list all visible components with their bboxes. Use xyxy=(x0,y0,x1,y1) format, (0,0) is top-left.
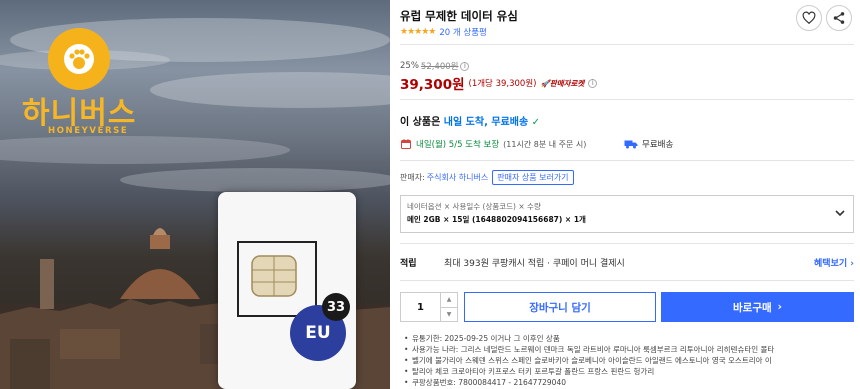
free-shipping-label: 무료배송 xyxy=(642,140,674,150)
divider xyxy=(400,44,854,45)
price-row: 39,300원 (1개당 39,300원) 🚀판매자로켓 i xyxy=(400,73,598,93)
info-icon[interactable]: i xyxy=(588,78,598,88)
unit-price: (1개당 39,300원) xyxy=(468,79,537,89)
seller-label: 판매자: xyxy=(400,173,425,182)
reward-label: 적립 xyxy=(400,259,417,269)
list-item: 유통기한: 2025-09-25 이거나 그 이후인 상품 xyxy=(404,333,854,344)
seller-name-link[interactable]: 주식회사 하니버스 xyxy=(427,172,488,183)
buy-now-button[interactable]: 바로구매 › xyxy=(661,292,854,322)
eu-label: EU xyxy=(305,323,331,343)
option-selected-value: 메인 2GB × 15일 (1648802094156687) × 1개 xyxy=(407,215,586,224)
discount-rate: 25% xyxy=(400,61,419,71)
calendar-icon xyxy=(401,139,411,149)
product-title: 유럽 무제한 데이터 유심 xyxy=(400,9,518,23)
option-select[interactable]: 네이터옵션 × 사용일수 (상품코드) × 수량 메인 2GB × 15일 (1… xyxy=(400,195,854,233)
brand-logo xyxy=(48,28,110,90)
reward-row: 적립 최대 393원 쿠팡캐시 적립 · 쿠페이 머니 결제시 혜택보기 › xyxy=(400,256,854,269)
info-icon[interactable]: i xyxy=(460,61,470,71)
discount-row: 25% 52,400원 i xyxy=(400,60,470,72)
check-icon: ✓ xyxy=(531,117,541,128)
arrival-info: 내일(월) 5/5 도착 보장 (11시간 8분 내 주문 시) xyxy=(400,138,586,150)
reward-text: 최대 393원 쿠팡캐시 적립 · 쿠페이 머니 결제시 xyxy=(444,259,625,269)
list-item: 벨기에 불가리아 스웨덴 스위스 스페인 슬로바키아 슬로베니아 아이슬란드 아… xyxy=(404,355,854,366)
product-info-panel: 유럽 무제한 데이터 유심 ★★★★★ 20 개 상품평 25% 52,400원… xyxy=(398,0,856,389)
truck-icon xyxy=(624,140,638,149)
divider xyxy=(400,280,854,281)
divider xyxy=(400,99,854,100)
delivery-highlight: 내일 도착, 무료배송 xyxy=(443,117,529,128)
heart-icon xyxy=(802,11,816,25)
seller-products-button[interactable]: 판매자 상품 보러가기 xyxy=(492,170,574,185)
share-icon xyxy=(833,12,845,24)
arrival-deadline: (11시간 8분 내 주문 시) xyxy=(503,139,587,149)
sale-price: 39,300원 xyxy=(400,77,465,93)
wishlist-button[interactable] xyxy=(796,5,822,31)
divider xyxy=(400,243,854,244)
review-count-link[interactable]: 20 개 상품평 xyxy=(439,26,487,38)
divider xyxy=(400,160,854,161)
option-header: 네이터옵션 × 사용일수 (상품코드) × 수량 xyxy=(407,202,541,211)
quantity-value[interactable]: 1 xyxy=(401,293,441,321)
sim-card-image xyxy=(218,192,356,389)
star-rating: ★★★★★ xyxy=(400,27,436,37)
share-button[interactable] xyxy=(826,5,852,31)
buy-now-label: 바로구매 xyxy=(733,301,772,314)
add-to-cart-button[interactable]: 장바구니 담기 xyxy=(464,292,656,322)
product-image: 하니버스 HONEYVERSE EU 33 xyxy=(0,0,390,389)
list-item: 사용가능 나라: 그리스 네덜란드 노르웨이 덴마크 독일 라트비아 루마니아 … xyxy=(404,344,854,355)
list-item: 탈리아 체코 크로아티아 키프로스 터키 포르투갈 폴란드 프랑스 핀란드 헝가… xyxy=(404,366,854,377)
chevron-down-icon xyxy=(835,210,845,217)
paw-icon xyxy=(64,44,94,74)
delivery-headline: 이 상품은 내일 도착, 무료배송 ✓ xyxy=(400,117,541,128)
benefits-link[interactable]: 혜택보기 › xyxy=(814,256,854,269)
quantity-stepper[interactable]: 1 ▲ ▼ xyxy=(400,292,458,322)
list-item: 쿠팡상품번호: 7800084417 - 21647729040 xyxy=(404,377,854,388)
arrival-date: 내일(월) 5/5 도착 보장 xyxy=(416,140,500,150)
rating-row: ★★★★★ 20 개 상품평 xyxy=(400,26,487,38)
quantity-increase-button[interactable]: ▲ xyxy=(441,293,457,308)
free-shipping: 무료배송 xyxy=(624,138,673,150)
product-details-list: 유통기한: 2025-09-25 이거나 그 이후인 상품 사용가능 나라: 그… xyxy=(404,333,854,388)
seller-row: 판매자: 주식회사 하니버스 판매자 상품 보러가기 xyxy=(400,170,574,185)
original-price: 52,400원 xyxy=(420,62,459,72)
country-count-badge: 33 xyxy=(322,293,350,321)
chevron-right-icon: › xyxy=(777,301,782,313)
quantity-decrease-button[interactable]: ▼ xyxy=(441,308,457,322)
rocket-delivery-badge: 🚀판매자로켓 xyxy=(540,78,585,88)
brand-name-english: HONEYVERSE xyxy=(48,126,129,136)
